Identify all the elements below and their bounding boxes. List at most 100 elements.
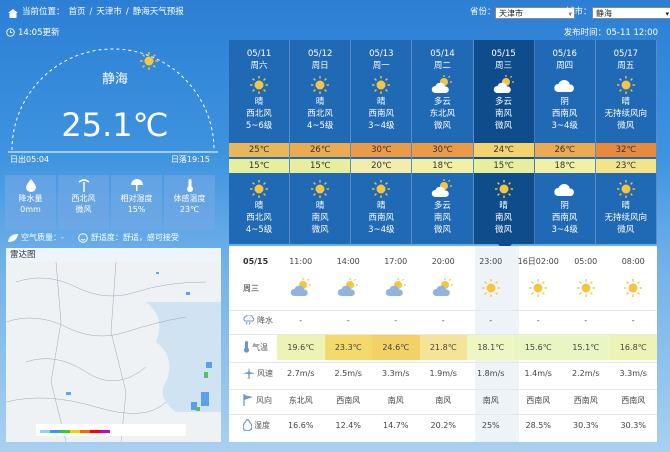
night-wind-level: 微风 <box>311 225 329 235</box>
forecast-day-3[interactable]: 05/14 周二 多云 东北风 微风 30℃ 18℃ 多云 南风 微风 <box>412 40 474 244</box>
sunny-icon <box>515 278 563 298</box>
night-weather: 阴 <box>560 201 569 211</box>
high-temp: 24℃ <box>473 143 534 157</box>
day-wind-level: 5~6级 <box>245 121 273 131</box>
day-wind: 西南风 <box>368 109 395 119</box>
row-label: 风速 <box>229 366 277 381</box>
row-value: - <box>631 316 635 325</box>
row-value: 东北风 <box>288 396 313 405</box>
row-value: 18.1℃ <box>467 335 515 360</box>
partly-cloudy-icon <box>372 278 420 298</box>
night-wind-level: 4~5级 <box>245 225 273 235</box>
sunny-icon <box>229 178 289 200</box>
city-select[interactable]: 静海 ▾ <box>592 7 670 19</box>
night-weather: 晴 <box>621 201 631 211</box>
row-value: 2.5m/s <box>334 369 362 378</box>
row-label: 湿度 <box>229 417 277 433</box>
forecast-day-5[interactable]: 05/16 周四 阴 西南风 3~4级 26℃ 18℃ 阴 西南风 3~4级 <box>534 40 596 244</box>
row-value: 30.3% <box>573 421 599 430</box>
day-date: 05/15 <box>491 49 516 59</box>
wind-icon <box>78 179 89 192</box>
breadcrumb: 当前位置： 首页 / 天津市 / 静海天气预报 <box>8 0 184 24</box>
day-weather: 晴 <box>377 97 386 107</box>
radar-map[interactable] <box>6 262 221 442</box>
forecast-day-4[interactable]: 05/15 周三 多云 南风 微风 24℃ 15℃ 晴 南风 微风 <box>473 40 535 244</box>
high-temp: 26℃ <box>534 143 595 157</box>
hourly-row-0: 降水 - - - - - - - - <box>229 310 657 330</box>
row-value: 1.9m/s <box>429 369 457 378</box>
row-value: 19.6℃ <box>277 335 325 360</box>
cloudy-icon <box>535 178 595 200</box>
row-value: 14.7% <box>383 421 409 430</box>
flag-icon <box>243 393 254 408</box>
row-value: 西南风 <box>573 396 598 405</box>
low-temp: 18℃ <box>412 159 473 173</box>
hour-time: 14:00 <box>336 256 360 266</box>
night-weather: 晴 <box>254 201 264 211</box>
crumb-current[interactable]: 静海天气预报 <box>133 0 184 24</box>
current-temperature: 25.1℃ <box>61 106 169 144</box>
sunny-icon <box>290 178 350 200</box>
day-weather: 晴 <box>621 97 631 107</box>
partly-cloudy-icon <box>412 178 472 200</box>
plane-icon <box>243 366 255 381</box>
partly-cloudy-icon <box>474 74 534 96</box>
night-wind: 西南风 <box>368 213 395 223</box>
current-stats: 降水量 0mm 西北风 微风 相对湿度 15% 体感温度 23℃ <box>5 175 215 230</box>
day-wind: 西北风 <box>307 109 333 119</box>
day-weather: 多云 <box>495 97 513 107</box>
province-select[interactable]: 天津市 ▾ <box>495 7 575 19</box>
night-wind: 无持续风向 <box>604 213 648 223</box>
day-weekday: 周三 <box>495 61 513 71</box>
row-label: 风向 <box>229 393 277 408</box>
day-wind: 西北风 <box>246 109 272 119</box>
stat-feels-like: 体感温度 23℃ <box>164 175 215 230</box>
forecast-day-2[interactable]: 05/13 周一 晴 西南风 3~4级 30℃ 20℃ 晴 西南风 3~4级 <box>351 40 413 244</box>
forecast-day-1[interactable]: 05/12 周日 晴 西北风 4~5级 26℃ 15℃ 晴 南风 微风 <box>290 40 352 244</box>
row-value: - <box>346 316 350 325</box>
sunny-icon <box>474 178 534 200</box>
partly-cloudy-icon <box>325 278 373 298</box>
crumb-home[interactable]: 首页 <box>69 0 86 24</box>
day-wind: 东北风 <box>429 109 456 119</box>
row-value: 16.8℃ <box>609 335 657 360</box>
day-weather: 晴 <box>254 97 264 107</box>
row-value: 西南风 <box>621 396 646 405</box>
low-temp: 15℃ <box>290 159 351 173</box>
hourly-time-row: 05/15 11:00 14:00 17:00 20:00 23:00 16日02:00 05… <box>229 252 657 270</box>
update-time: 14:05更新 <box>6 26 60 38</box>
hour-time: 08:00 <box>621 256 645 266</box>
row-value: 21.8℃ <box>419 335 467 360</box>
day-weekday: 周二 <box>433 61 451 71</box>
daily-forecast: 05/11 周六 晴 西北风 5~6级 25℃ 15℃ 晴 西北风 4~5级 0… <box>229 40 657 244</box>
row-value: 西南风 <box>336 396 361 405</box>
day-date: 05/16 <box>552 49 577 59</box>
night-wind-level: 3~4级 <box>368 225 395 235</box>
province-label: 省份： <box>470 7 496 17</box>
day-date: 05/14 <box>430 49 455 59</box>
night-wind: 南风 <box>495 213 513 223</box>
high-temp: 30℃ <box>351 143 412 157</box>
crumb-tianjin[interactable]: 天津市 <box>96 0 122 24</box>
day-wind: 无持续风向 <box>604 109 648 119</box>
night-wind: 西南风 <box>551 213 578 223</box>
row-value: 16.6% <box>288 421 314 430</box>
sunny-icon <box>596 74 656 96</box>
day-weekday: 周一 <box>372 61 390 71</box>
radar-map-image <box>6 262 221 442</box>
forecast-day-6[interactable]: 05/17 周五 晴 无持续风向 微风 32℃ 23℃ 晴 无持续风向 微风 <box>595 40 657 244</box>
cloudy-icon <box>535 74 595 96</box>
comfort-level: 舒适度：舒适，感可接受 <box>90 233 179 242</box>
rain-icon <box>243 313 255 327</box>
top-bar: 当前位置： 首页 / 天津市 / 静海天气预报 省份： 天津市 ▾ 城市： 静海 ▾ <box>0 0 670 24</box>
hourly-date: 05/15 <box>243 256 269 266</box>
forecast-day-0[interactable]: 05/11 周六 晴 西北风 5~6级 25℃ 15℃ 晴 西北风 4~5级 <box>229 40 291 244</box>
row-value: 20.2% <box>430 421 456 430</box>
sunset-time: 日落19:15 <box>170 155 210 164</box>
day-weather: 多云 <box>433 97 451 107</box>
row-value: 1.4m/s <box>524 369 552 378</box>
day-date: 05/11 <box>246 49 272 59</box>
row-value: 南风 <box>482 396 499 405</box>
sunny-icon <box>229 74 289 96</box>
night-weather: 晴 <box>499 201 508 211</box>
